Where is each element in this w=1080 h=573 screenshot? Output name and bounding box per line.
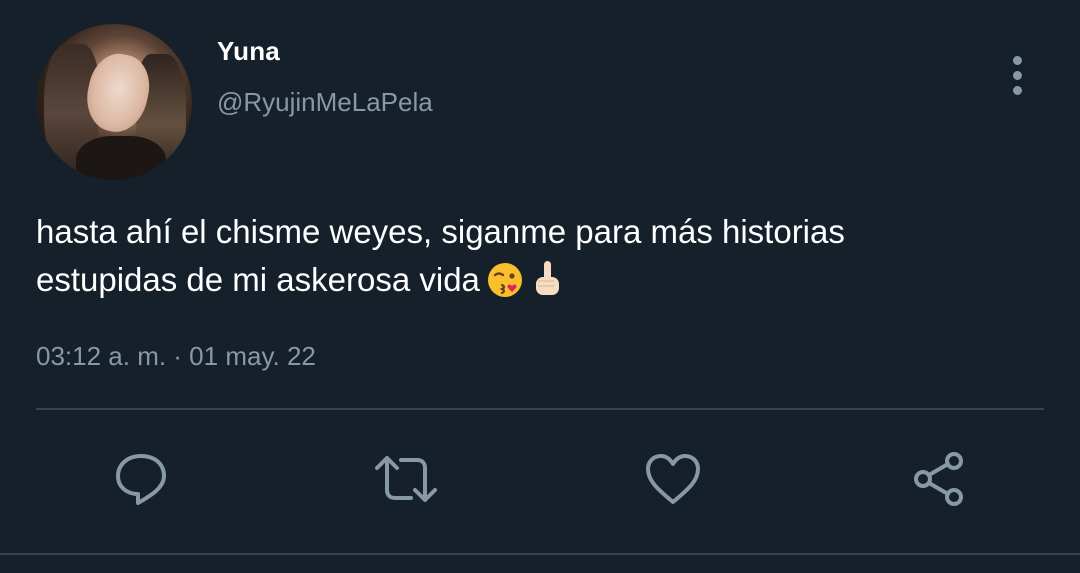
- more-dot-icon: [1012, 55, 1022, 65]
- tweet-text-line-2-wrap: estupidas de mi askerosa vida: [36, 256, 1036, 312]
- reply-button[interactable]: [111, 451, 171, 511]
- retweet-icon: [373, 450, 439, 513]
- middle-finger-emoji-icon: [530, 259, 564, 312]
- tweet-text-line-2: estupidas de mi askerosa vida: [36, 261, 480, 298]
- bottom-divider: [0, 553, 1080, 555]
- avatar[interactable]: [36, 24, 192, 180]
- author-handle[interactable]: @RyujinMeLaPela: [217, 87, 433, 118]
- more-dot-icon: [1012, 70, 1022, 80]
- more-options-button[interactable]: [1000, 52, 1034, 98]
- share-button[interactable]: [909, 451, 969, 511]
- tweet-text-line-1: hasta ahí el chisme weyes, siganme para …: [36, 213, 845, 250]
- author-name[interactable]: Yuna: [217, 36, 280, 67]
- tweet-text: hasta ahí el chisme weyes, siganme para …: [36, 208, 1036, 312]
- like-button[interactable]: [643, 451, 703, 511]
- retweet-button[interactable]: [373, 450, 439, 513]
- reply-icon: [112, 450, 170, 513]
- tweet-timestamp[interactable]: 03:12 a. m. · 01 may. 22: [36, 341, 316, 372]
- tweet-detail: Yuna @RyujinMeLaPela hasta ahí el chisme…: [0, 0, 1080, 573]
- divider: [36, 408, 1044, 410]
- heart-icon: [644, 452, 702, 511]
- more-dot-icon: [1012, 85, 1022, 95]
- share-icon: [910, 450, 968, 513]
- avatar-sweater: [76, 136, 166, 180]
- kissing-face-emoji-icon: [486, 261, 524, 312]
